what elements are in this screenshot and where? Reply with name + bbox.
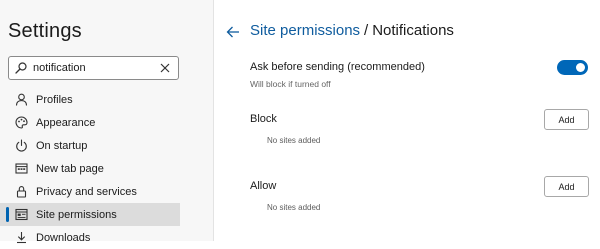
page-title: Notifications (372, 22, 454, 39)
ask-before-sending-description: Will block if turned off (250, 79, 331, 89)
breadcrumb-separator: / (364, 22, 369, 39)
sidebar-item-label: On startup (36, 139, 88, 152)
allow-empty-text: No sites added (267, 203, 321, 212)
search-box[interactable] (8, 56, 179, 80)
block-empty-text: No sites added (267, 136, 321, 145)
sidebar-item-on-startup[interactable]: On startup (0, 134, 180, 157)
allow-add-button[interactable]: Add (544, 176, 589, 197)
person-icon (14, 93, 28, 107)
sidebar-item-label: Appearance (36, 116, 96, 129)
settings-nav: Profiles Appearance On startup New tab p… (0, 88, 180, 249)
main-content: Site permissions / Notifications Ask befor… (215, 0, 600, 241)
block-section-title: Block (250, 113, 277, 125)
new-tab-icon (14, 162, 28, 176)
lock-icon (14, 185, 28, 199)
sidebar-item-label: New tab page (36, 162, 104, 175)
site-permissions-icon (14, 208, 28, 222)
sidebar-item-site-permissions[interactable]: Site permissions (0, 203, 180, 226)
sidebar-item-label: Site permissions (36, 208, 117, 221)
sidebar-item-label: Downloads (36, 231, 91, 244)
download-icon (14, 231, 28, 245)
sidebar-item-label: Profiles (36, 93, 73, 106)
search-input[interactable] (33, 60, 153, 76)
block-add-button[interactable]: Add (544, 109, 589, 130)
sidebar-item-appearance[interactable]: Appearance (0, 111, 180, 134)
ask-before-sending-toggle[interactable] (557, 60, 588, 75)
ask-before-sending-label: Ask before sending (recommended) (250, 61, 425, 73)
sidebar-item-downloads[interactable]: Downloads (0, 226, 180, 249)
power-icon (14, 139, 28, 153)
palette-icon (14, 116, 28, 130)
sidebar-item-label: Privacy and services (36, 185, 137, 198)
sidebar-item-profiles[interactable]: Profiles (0, 88, 180, 111)
toggle-knob (576, 63, 585, 72)
sidebar-item-new-tab-page[interactable]: New tab page (0, 157, 180, 180)
breadcrumb: Site permissions / Notifications (250, 22, 454, 39)
breadcrumb-parent-link[interactable]: Site permissions (250, 22, 360, 39)
settings-title: Settings (8, 20, 82, 42)
search-icon (15, 62, 27, 74)
settings-sidebar: Settings Profiles (0, 0, 214, 244)
allow-section-title: Allow (250, 180, 277, 192)
close-icon[interactable] (160, 63, 170, 73)
sidebar-item-privacy-and-services[interactable]: Privacy and services (0, 180, 180, 203)
arrow-left-icon[interactable] (226, 25, 240, 39)
